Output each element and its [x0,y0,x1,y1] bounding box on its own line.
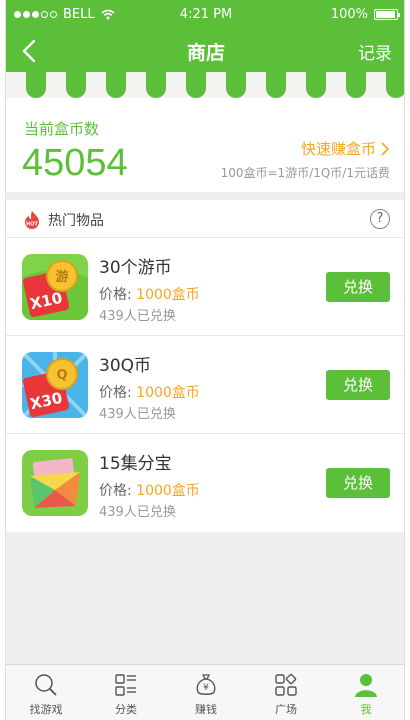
earn-coins-label: 快速赚盒币 [300,140,376,158]
tab-category[interactable]: 分类 [86,665,166,720]
item-price: 价格: 1000盒币 [99,284,200,304]
svg-text:¥: ¥ [203,683,209,693]
svg-text:Q: Q [56,368,67,383]
exchange-rate-text: 100盒币=1游币/1Q币/1元话费 [220,166,390,180]
item-name: 30个游币 [99,258,172,278]
list-item: 15集分宝 价格: 1000盒币 439人已兑换 兑换 [6,434,404,532]
status-bar: BELL 4:21 PM 100% [6,0,404,30]
earn-coins-link[interactable]: 快速赚盒币 [301,138,390,159]
price-label: 价格: [99,385,132,401]
help-icon[interactable]: ? [370,209,390,229]
jifenbao-thumbnail [22,450,88,516]
hot-items-title: 热门物品 [48,213,104,229]
price-label: 价格: [99,287,132,303]
list-item: 游 X10 30个游币 价格: 1000盒币 439人已兑换 兑换 [6,238,404,336]
phone-frame: BELL 4:21 PM 100% 商店 记录 当前盒币数 45054 快速赚盒… [5,0,405,720]
tab-label: 赚钱 [195,703,217,716]
tab-earn[interactable]: ¥ 赚钱 [166,665,246,720]
awning-decoration [6,72,404,98]
tab-plaza[interactable]: 广场 [246,665,326,720]
exchange-count: 439人已兑换 [99,309,176,324]
tab-label: 广场 [275,703,297,716]
hot-items-header: HOT 热门物品 ? [6,200,404,238]
balance-card: 当前盒币数 45054 快速赚盒币 100盒币=1游币/1Q币/1元话费 [6,98,404,192]
page-title: 商店 [186,42,225,64]
balance-value: 45054 [22,142,128,184]
item-name: 15集分宝 [99,454,172,474]
money-bag-icon: ¥ [196,674,216,695]
exchange-button[interactable]: 兑换 [326,468,390,498]
svg-text:HOT: HOT [26,222,38,228]
tab-me[interactable]: 我 [326,665,404,720]
exchange-button[interactable]: 兑换 [326,370,390,400]
square-icon [275,673,297,696]
svg-text:游: 游 [55,269,68,285]
records-button[interactable]: 记录 [358,39,392,64]
nav-bar: 商店 记录 [6,30,404,72]
item-list: 游 X10 30个游币 价格: 1000盒币 439人已兑换 兑换 Q X30 … [6,238,404,532]
category-icon [115,674,136,696]
item-name: 30Q币 [99,356,152,376]
exchange-count: 439人已兑换 [99,505,176,520]
tab-label: 我 [360,703,372,716]
q-coin-thumbnail: Q X30 [22,352,88,418]
tab-label: 找游戏 [29,703,63,716]
item-price: 价格: 1000盒币 [99,382,200,402]
game-coin-thumbnail: 游 X10 [22,254,88,320]
battery-group: 100% [330,7,400,22]
exchange-button[interactable]: 兑换 [326,272,390,302]
balance-label: 当前盒币数 [24,120,100,138]
person-icon [355,674,377,697]
battery-label: 100% [330,7,368,22]
item-price: 价格: 1000盒币 [99,480,200,500]
tab-find-games[interactable]: 找游戏 [6,665,86,720]
battery-icon [374,9,400,20]
price-label: 价格: [99,483,132,499]
tab-bar: 找游戏 分类 ¥ 赚钱 广场 我 [6,664,404,720]
exchange-count: 439人已兑换 [99,407,176,422]
tab-label: 分类 [115,703,137,716]
hot-flame-icon: HOT [25,211,39,229]
price-value: 1000盒币 [136,483,200,499]
list-item: Q X30 30Q币 价格: 1000盒币 439人已兑换 兑换 [6,336,404,434]
chevron-right-icon [381,141,390,156]
price-value: 1000盒币 [136,287,200,303]
search-icon [35,674,57,696]
price-value: 1000盒币 [136,385,200,401]
